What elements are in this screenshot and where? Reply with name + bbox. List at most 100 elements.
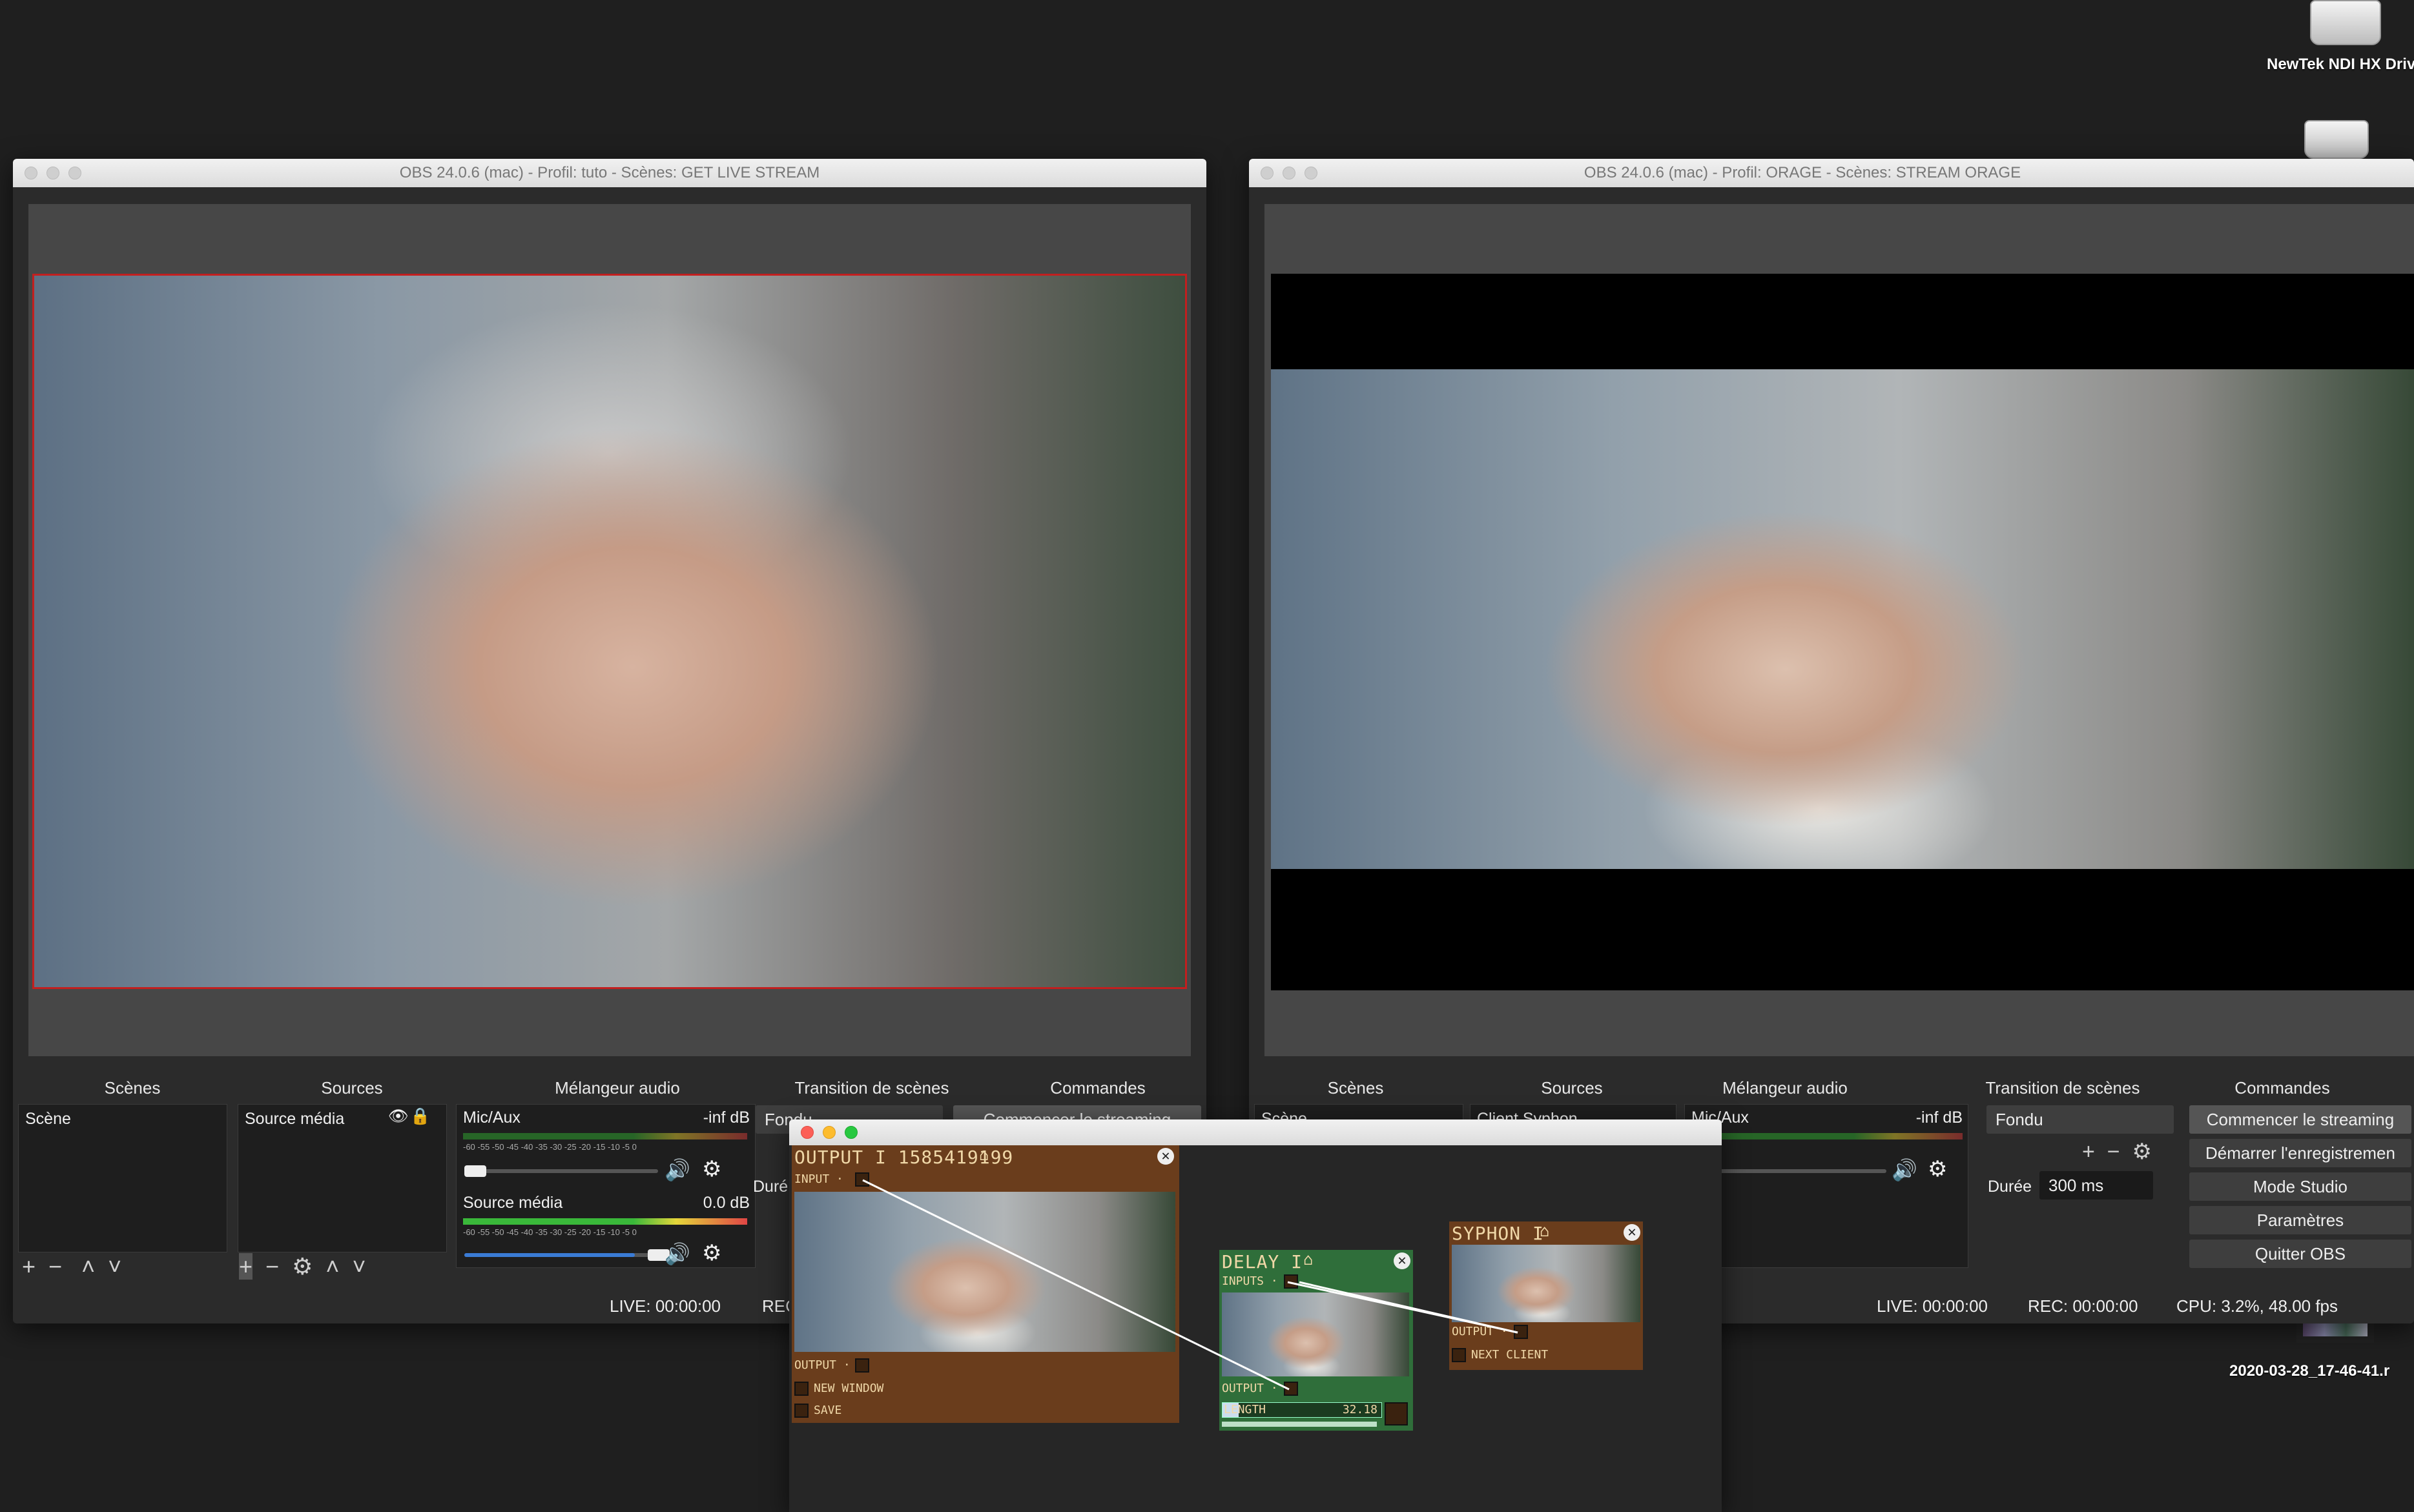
up-icon[interactable]: ˄ — [81, 1253, 95, 1280]
close-node-icon[interactable]: ✕ — [1157, 1148, 1174, 1165]
next-client-label: NEXT CLIENT — [1471, 1348, 1549, 1362]
output-port-label: OUTPUT · — [1222, 1382, 1278, 1395]
patch-window[interactable]: OUTPUT I 1585419199 ⌂ ✕ INPUT · OUTPUT ·… — [789, 1119, 1722, 1512]
down-icon[interactable]: ˅ — [108, 1253, 121, 1280]
length-value: 32.18 — [1342, 1403, 1377, 1416]
transition-toolbar: + − ⚙ — [2082, 1139, 2152, 1165]
volume-meter — [463, 1218, 747, 1225]
output-port-label: OUTPUT · — [794, 1358, 851, 1372]
minimize-light[interactable] — [46, 167, 59, 179]
node-preview — [1452, 1245, 1640, 1322]
add-icon[interactable]: + — [2082, 1139, 2095, 1164]
node-title: SYPHON I — [1452, 1223, 1544, 1244]
eye-icon[interactable]: 👁 — [388, 1107, 409, 1126]
zoom-light[interactable] — [1305, 167, 1317, 179]
mixer-track-level: -inf dB — [1915, 1108, 1963, 1127]
desktop-file-label[interactable]: 2020-03-28_17-46-41.r — [2229, 1362, 2389, 1380]
down-icon[interactable]: ˅ — [352, 1253, 366, 1280]
output-port-label: OUTPUT · — [1452, 1325, 1508, 1338]
desktop-drive-label: NewTek NDI HX Drive — [2267, 56, 2414, 73]
preview-video[interactable] — [32, 274, 1187, 989]
length-label: LENGTH — [1224, 1403, 1266, 1416]
source-item[interactable]: Source média — [245, 1110, 344, 1129]
titlebar[interactable]: OBS 24.0.6 (mac) - Profil: ORAGE - Scène… — [1249, 159, 2414, 187]
drive-icon-2[interactable] — [2304, 120, 2369, 159]
volume-slider[interactable] — [464, 1165, 658, 1177]
next-client-checkbox[interactable] — [1452, 1348, 1466, 1362]
new-window-checkbox[interactable] — [794, 1382, 809, 1396]
start-recording-button[interactable]: Démarrer l'enregistremen — [2189, 1139, 2411, 1167]
zoom-light[interactable] — [845, 1126, 858, 1139]
desktop-drive-icon[interactable]: NewTek NDI HX Drive — [2267, 0, 2414, 74]
output-port[interactable] — [1284, 1382, 1298, 1396]
close-node-icon[interactable]: ✕ — [1624, 1224, 1640, 1241]
up-icon[interactable]: ˄ — [325, 1253, 339, 1280]
preview-video[interactable] — [1271, 274, 2414, 990]
length-slider[interactable]: LENGTH 32.18 — [1222, 1402, 1382, 1418]
sources-list[interactable]: Source média 👁 🔒 — [238, 1104, 447, 1252]
gear-icon[interactable]: ⚙ — [292, 1253, 313, 1280]
remove-icon[interactable]: − — [2107, 1139, 2120, 1164]
audio-mixer[interactable]: Mic/Aux -inf dB 🔊 ⚙ — [1684, 1104, 1968, 1268]
volume-slider[interactable] — [464, 1249, 670, 1261]
collapse-icon[interactable]: ⌂ — [979, 1145, 989, 1164]
inputs-port[interactable] — [1284, 1274, 1298, 1289]
input-port[interactable] — [855, 1172, 869, 1187]
volume-slider[interactable] — [1693, 1165, 1886, 1177]
duration-label: Durée — [1988, 1178, 2032, 1196]
output-node[interactable]: OUTPUT I 1585419199 ⌂ ✕ INPUT · OUTPUT ·… — [792, 1145, 1179, 1423]
dock-header-mixer: Mélangeur audio — [1722, 1078, 1848, 1098]
output-port[interactable] — [1514, 1325, 1528, 1339]
dock-header-scenes: Scènes — [104, 1078, 161, 1098]
start-streaming-button[interactable]: Commencer le streaming — [2189, 1105, 2411, 1134]
delay-node[interactable]: DELAY I ⌂ ✕ INPUTS · OUTPUT · LENGTH 32.… — [1219, 1250, 1413, 1431]
remove-icon[interactable]: − — [48, 1253, 62, 1280]
save-label: SAVE — [814, 1404, 842, 1417]
minimize-light[interactable] — [823, 1126, 836, 1139]
window-controls — [25, 167, 81, 179]
speaker-icon[interactable]: 🔊 — [665, 1158, 690, 1182]
studio-mode-button[interactable]: Mode Studio — [2189, 1172, 2411, 1201]
remove-icon[interactable]: − — [265, 1253, 279, 1280]
add-icon[interactable]: + — [239, 1253, 253, 1280]
titlebar[interactable] — [789, 1119, 1722, 1145]
syphon-node[interactable]: SYPHON I ⌂ ✕ OUTPUT · NEXT CLIENT — [1449, 1221, 1643, 1370]
node-preview — [794, 1192, 1175, 1352]
titlebar[interactable]: OBS 24.0.6 (mac) - Profil: tuto - Scènes… — [13, 159, 1206, 187]
scenes-list[interactable]: Scène — [18, 1104, 227, 1252]
preview-canvas[interactable] — [28, 204, 1191, 1056]
scene-item[interactable]: Scène — [25, 1110, 71, 1129]
window-title: OBS 24.0.6 (mac) - Profil: ORAGE - Scène… — [1584, 164, 2021, 181]
window-title: OBS 24.0.6 (mac) - Profil: tuto - Scènes… — [399, 164, 820, 181]
save-checkbox[interactable] — [794, 1404, 809, 1418]
audio-mixer[interactable]: Mic/Aux -inf dB -60 -55 -50 -45 -40 -35 … — [456, 1104, 756, 1268]
delay-toggle[interactable] — [1385, 1402, 1408, 1425]
lock-icon[interactable]: 🔒 — [410, 1107, 430, 1126]
close-node-icon[interactable]: ✕ — [1394, 1252, 1410, 1269]
collapse-icon[interactable]: ⌂ — [1303, 1250, 1313, 1269]
drive-icon — [2309, 0, 2381, 45]
collapse-icon[interactable]: ⌂ — [1540, 1221, 1549, 1240]
gear-icon[interactable]: ⚙ — [702, 1156, 721, 1182]
close-light[interactable] — [25, 167, 37, 179]
gear-icon[interactable]: ⚙ — [2132, 1139, 2152, 1164]
volume-meter — [1691, 1133, 1963, 1139]
dock-header-controls: Commandes — [2234, 1078, 2330, 1098]
zoom-light[interactable] — [68, 167, 81, 179]
speaker-icon[interactable]: 🔊 — [1892, 1158, 1917, 1182]
preview-canvas[interactable] — [1264, 204, 2414, 1056]
settings-button[interactable]: Paramètres — [2189, 1206, 2411, 1234]
add-icon[interactable]: + — [22, 1253, 36, 1280]
quit-button[interactable]: Quitter OBS — [2189, 1240, 2411, 1268]
gear-icon[interactable]: ⚙ — [702, 1240, 721, 1266]
duration-input[interactable]: 300 ms — [2039, 1171, 2153, 1200]
mixer-track-name: Mic/Aux — [463, 1108, 521, 1127]
minimize-light[interactable] — [1283, 167, 1295, 179]
close-light[interactable] — [801, 1126, 814, 1139]
dock-header-scenes: Scènes — [1327, 1078, 1384, 1098]
gear-icon[interactable]: ⚙ — [1928, 1156, 1947, 1182]
output-port[interactable] — [855, 1358, 869, 1373]
transition-select[interactable]: Fondu — [1986, 1105, 2174, 1134]
speaker-icon[interactable]: 🔊 — [665, 1241, 690, 1266]
close-light[interactable] — [1261, 167, 1274, 179]
